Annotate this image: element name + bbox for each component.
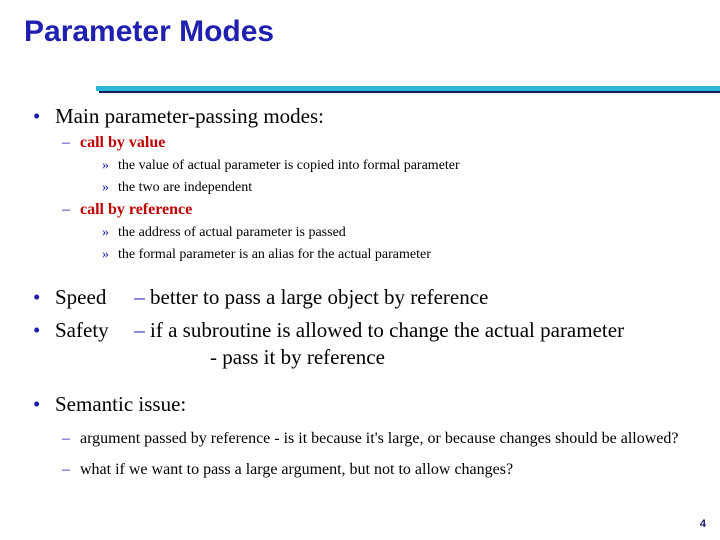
- bullet-call-by-reference: – call by reference: [0, 199, 720, 221]
- dash-icon: –: [134, 285, 145, 309]
- bullet-dot-icon: •: [33, 104, 41, 128]
- semantic-issue-point-2: – what if we want to pass a large argume…: [0, 459, 720, 481]
- bullet-call-by-value: – call by value: [0, 132, 720, 154]
- page-title: Parameter Modes: [24, 15, 275, 48]
- title-divider-shadow: [99, 91, 720, 93]
- bullet-main-modes-heading: • Main parameter-passing modes:: [0, 103, 720, 130]
- dash-icon: –: [134, 318, 145, 342]
- detail-text: the address of actual parameter is passe…: [118, 225, 346, 240]
- page-number: 4: [699, 518, 706, 530]
- bullet-speed: • Speed – better to pass a large object …: [0, 284, 720, 311]
- detail-text: the formal parameter is an alias for the…: [118, 247, 431, 262]
- guillemet-icon: »: [102, 180, 109, 195]
- semantic-issue-point-1: – argument passed by reference - is it b…: [0, 428, 720, 450]
- dash-icon: –: [62, 430, 70, 447]
- semantic-issue-point-text: what if we want to pass a large argument…: [80, 461, 514, 478]
- safety-text: if a subroutine is allowed to change the…: [150, 318, 625, 342]
- dash-icon: –: [62, 461, 70, 478]
- bullet-dot-icon: •: [33, 318, 41, 342]
- guillemet-icon: »: [102, 225, 109, 240]
- slide: Parameter Modes • Main parameter-passing…: [0, 0, 720, 540]
- bullet-semantic-issue-heading: • Semantic issue:: [0, 391, 720, 418]
- speed-text: better to pass a large object by referen…: [150, 285, 489, 309]
- bullet-dot-icon: •: [33, 392, 41, 416]
- dash-icon: –: [62, 201, 70, 218]
- safety-continuation: - pass it by reference: [210, 345, 385, 369]
- detail-text: the value of actual parameter is copied …: [118, 158, 460, 173]
- bullet-safety: • Safety – if a subroutine is allowed to…: [0, 317, 720, 371]
- speed-keyword: Speed: [55, 285, 107, 309]
- detail-call-by-reference-1: » the address of actual parameter is pas…: [0, 222, 720, 244]
- detail-call-by-value-2: » the two are independent: [0, 177, 720, 199]
- safety-keyword: Safety: [55, 318, 109, 342]
- guillemet-icon: »: [102, 158, 109, 173]
- main-modes-heading-text: Main parameter-passing modes:: [55, 104, 325, 128]
- call-by-reference-label: call by reference: [80, 201, 193, 218]
- semantic-issue-point-text: argument passed by reference - is it bec…: [80, 430, 679, 447]
- bullet-dot-icon: •: [33, 285, 41, 309]
- guillemet-icon: »: [102, 247, 109, 262]
- detail-call-by-value-1: » the value of actual parameter is copie…: [0, 155, 720, 177]
- detail-text: the two are independent: [118, 180, 253, 195]
- detail-call-by-reference-2: » the formal parameter is an alias for t…: [0, 244, 720, 266]
- dash-icon: –: [62, 134, 70, 151]
- call-by-value-label: call by value: [80, 134, 166, 151]
- slide-body: • Main parameter-passing modes: – call b…: [0, 103, 720, 482]
- semantic-issue-heading-text: Semantic issue:: [55, 392, 187, 416]
